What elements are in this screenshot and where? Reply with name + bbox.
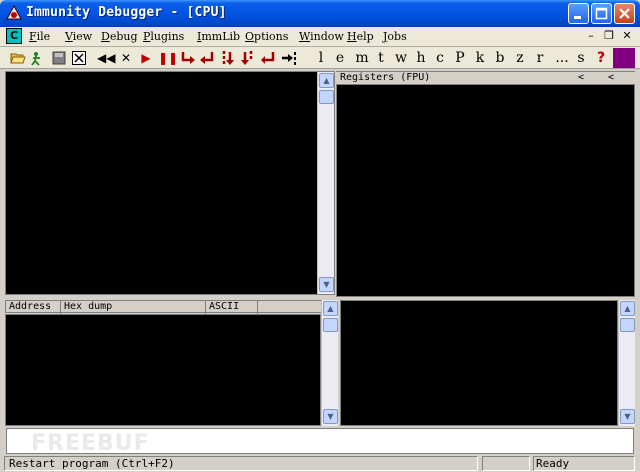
toolbar-letter-t[interactable]: t (373, 50, 389, 66)
toolbar-letter-c[interactable]: c (432, 50, 448, 66)
menu-view[interactable]: View (65, 30, 92, 43)
menu-window[interactable]: Window (299, 30, 344, 43)
maximize-button[interactable] (591, 3, 612, 24)
stack-pane[interactable] (340, 300, 618, 426)
pause-icon[interactable]: ❚❚ (158, 50, 178, 66)
registers-pane[interactable] (336, 84, 635, 297)
run-icon[interactable]: ▶ (138, 50, 154, 66)
registers-title: Registers (FPU) (340, 72, 431, 83)
registers-next-icon[interactable]: < (608, 72, 614, 84)
toolbar-letter-w[interactable]: w (393, 50, 409, 66)
execute-till-return-icon[interactable] (261, 50, 277, 66)
scroll-up-icon[interactable]: ▲ (323, 301, 338, 316)
attach-process-icon[interactable] (30, 50, 46, 66)
close-icon (619, 8, 630, 19)
toolbar-letter-b[interactable]: b (492, 50, 508, 66)
toolbar-letter-k[interactable]: k (472, 50, 488, 66)
disassembly-scrollbar[interactable]: ▲ ▼ (317, 72, 334, 294)
scroll-down-icon[interactable]: ▼ (319, 277, 334, 292)
toolbar-ellipsis[interactable]: ... (552, 50, 572, 66)
scroll-thumb[interactable] (319, 90, 334, 104)
status-spacer (482, 456, 530, 471)
menu-debug[interactable]: Debug (101, 30, 138, 43)
menu-file[interactable]: File (29, 30, 50, 43)
toolbar-letter-z[interactable]: z (512, 50, 528, 66)
toolbar-letter-e[interactable]: e (332, 50, 348, 66)
toolbar-letter-r[interactable]: r (532, 50, 548, 66)
status-bar: Restart program (Ctrl+F2) Ready (0, 455, 640, 472)
dump-col-hexdump[interactable]: Hex dump (61, 301, 206, 314)
menu-help[interactable]: Help (347, 30, 374, 43)
dump-header: Address Hex dump ASCII (5, 300, 338, 314)
mdi-restore-icon[interactable]: ❐ (601, 28, 617, 44)
dump-col-ascii[interactable]: ASCII (206, 301, 258, 314)
toolbar: ◀◀ ✕ ▶ ❚❚ l e m t w h c P k b z r ... s … (0, 47, 640, 69)
stack-scrollbar[interactable]: ▲ ▼ (618, 300, 635, 426)
toolbar-letter-m[interactable]: m (354, 50, 370, 66)
toolbar-letter-l[interactable]: l (313, 50, 329, 66)
scroll-down-icon[interactable]: ▼ (323, 409, 338, 424)
mdi-minimize-icon[interactable]: – (583, 28, 599, 44)
registers-prev-icon[interactable]: < (578, 72, 584, 84)
menu-immlib[interactable]: ImmLib (197, 30, 240, 43)
color-swatch[interactable] (613, 48, 635, 68)
title-bar: Immunity Debugger - [CPU] (0, 0, 640, 27)
toolbar-letter-s[interactable]: s (573, 50, 589, 66)
window-title: Immunity Debugger - [CPU] (26, 5, 227, 20)
trace-over-icon[interactable] (241, 50, 257, 66)
menu-jobs[interactable]: Jobs (383, 30, 407, 43)
open-folder-icon[interactable] (10, 50, 26, 66)
status-message: Restart program (Ctrl+F2) (4, 456, 478, 471)
scroll-thumb[interactable] (620, 318, 635, 332)
scroll-thumb[interactable] (323, 318, 338, 332)
disassembly-pane[interactable]: ▲ ▼ (5, 71, 335, 295)
toolbar-letter-P[interactable]: P (452, 50, 468, 66)
watermark-text: FREEBUF (31, 431, 150, 456)
disk-icon[interactable] (51, 50, 67, 66)
command-input[interactable]: FREEBUF (6, 428, 634, 456)
close-button[interactable] (614, 3, 635, 24)
modules-icon[interactable] (71, 50, 87, 66)
rewind-icon[interactable]: ◀◀ (97, 50, 115, 66)
dump-scrollbar[interactable]: ▲ ▼ (321, 300, 338, 426)
immunity-app-icon[interactable] (6, 5, 22, 21)
dump-col-address[interactable]: Address (6, 301, 61, 314)
registers-header[interactable]: Registers (FPU) < < (336, 71, 635, 84)
menu-options[interactable]: Options (245, 30, 288, 43)
mdi-close-icon[interactable]: ✕ (619, 28, 635, 44)
dump-pane[interactable] (5, 314, 321, 426)
toolbar-letter-h[interactable]: h (413, 50, 429, 66)
trace-into-icon[interactable] (220, 50, 236, 66)
status-state: Ready (533, 456, 635, 471)
scroll-up-icon[interactable]: ▲ (319, 73, 334, 88)
scroll-down-icon[interactable]: ▼ (620, 409, 635, 424)
step-into-icon[interactable] (180, 50, 196, 66)
maximize-icon (595, 7, 608, 20)
minimize-button[interactable] (568, 3, 589, 24)
minimize-icon (574, 16, 581, 19)
menu-plugins[interactable]: Plugins (143, 30, 184, 43)
help-question-icon[interactable]: ? (593, 50, 609, 66)
close-program-icon[interactable]: ✕ (118, 50, 134, 66)
scroll-up-icon[interactable]: ▲ (620, 301, 635, 316)
menu-bar: C File View Debug Plugins ImmLib Options… (0, 27, 640, 47)
step-over-icon[interactable] (200, 50, 216, 66)
mdi-cpu-icon[interactable]: C (6, 28, 22, 44)
go-to-expression-icon[interactable] (281, 50, 297, 66)
